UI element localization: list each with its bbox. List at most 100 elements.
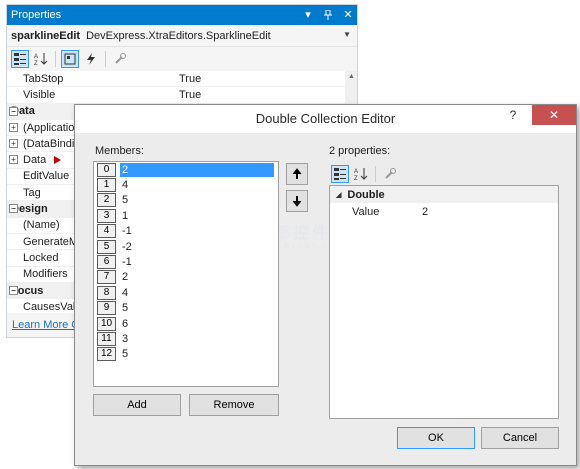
list-item[interactable]: 10 6 xyxy=(94,316,278,331)
members-list[interactable]: 0 2 1 4 2 5 3 1 4 -1 5 -2 6 -1 7 2 8 4 9 5 10 6 11 3 12 5 xyxy=(93,161,279,387)
move-up-button[interactable] xyxy=(286,163,308,185)
dialog-title: Double Collection Editor xyxy=(255,111,396,126)
member-value: 4 xyxy=(122,179,129,192)
member-index: 0 xyxy=(97,162,116,177)
properties-title-bar: Properties ▾ ✕ xyxy=(7,5,357,25)
pointer-arrow-icon xyxy=(54,156,62,165)
svg-text:A: A xyxy=(354,169,358,175)
member-index: 8 xyxy=(97,285,116,300)
events-icon[interactable] xyxy=(82,50,100,68)
member-index: 12 xyxy=(97,347,116,362)
property-category[interactable]: ◢ Double xyxy=(330,186,558,203)
member-value: 5 xyxy=(122,194,129,207)
add-button[interactable]: Add xyxy=(93,394,181,416)
wrench-icon[interactable] xyxy=(381,165,399,183)
member-index: 9 xyxy=(97,301,116,316)
dialog-property-toolbar: AZ xyxy=(331,163,399,185)
list-item[interactable]: 84 xyxy=(94,285,278,300)
help-button[interactable]: ? xyxy=(502,105,524,125)
member-index: 6 xyxy=(97,255,116,270)
member-index: 7 xyxy=(97,270,116,285)
list-item[interactable]: 95 xyxy=(94,301,278,316)
list-item[interactable]: 12 5 xyxy=(94,347,278,362)
list-item[interactable]: 25 xyxy=(94,193,278,208)
collapse-icon[interactable]: − xyxy=(9,204,18,214)
categorized-icon[interactable] xyxy=(331,165,349,183)
ok-button[interactable]: OK xyxy=(397,427,475,449)
property-value[interactable]: 2 xyxy=(418,206,428,218)
property-name: Value xyxy=(352,205,380,218)
expand-icon[interactable]: + xyxy=(9,122,18,132)
list-item[interactable]: 02 xyxy=(94,162,278,178)
member-value: 5 xyxy=(122,302,129,315)
property-row[interactable]: TabStop True xyxy=(7,71,357,88)
list-item[interactable]: 4 -1 xyxy=(94,224,278,239)
member-value: 4 xyxy=(122,286,129,299)
arrow-up-icon xyxy=(292,168,302,179)
collapse-icon[interactable]: − xyxy=(9,285,18,295)
member-value: -1 xyxy=(122,256,132,269)
properties-toolbar: AZ xyxy=(7,47,357,71)
member-index: 2 xyxy=(97,193,116,208)
dialog-property-grid: ◢ Double Value 2 xyxy=(329,185,559,419)
property-name: TabStop xyxy=(23,72,64,85)
member-value: 6 xyxy=(122,317,129,330)
list-item[interactable]: 11 3 xyxy=(94,331,278,346)
move-down-button[interactable] xyxy=(286,190,308,212)
members-label: Members: xyxy=(95,145,144,157)
properties-count-label: 2 properties: xyxy=(329,145,391,157)
member-value: 2 xyxy=(119,162,275,178)
categorized-icon[interactable] xyxy=(11,50,29,68)
object-selector[interactable]: sparklineEdit DevExpress.XtraEditors.Spa… xyxy=(7,25,357,47)
member-value: 2 xyxy=(122,271,129,284)
property-row[interactable]: Visible True xyxy=(7,87,357,104)
member-index: 1 xyxy=(97,178,116,193)
collection-editor-dialog: Double Collection Editor ? ✕ 慧都控件网 WWW.E… xyxy=(74,104,577,466)
expand-icon[interactable]: + xyxy=(9,155,18,165)
member-index: 4 xyxy=(97,224,116,239)
object-type: DevExpress.XtraEditors.SparklineEdit xyxy=(86,29,271,42)
close-icon[interactable]: ✕ xyxy=(341,8,355,22)
svg-text:Z: Z xyxy=(354,176,358,181)
collapse-triangle-icon[interactable]: ◢ xyxy=(336,191,341,199)
member-index: 11 xyxy=(97,331,116,346)
list-item[interactable]: 31 xyxy=(94,208,278,223)
dropdown-icon[interactable]: ▾ xyxy=(301,8,315,22)
property-category-label: Double xyxy=(347,188,385,201)
toolbar-separator xyxy=(55,51,56,67)
list-item[interactable]: 5 -2 xyxy=(94,239,278,254)
list-item[interactable]: 72 xyxy=(94,270,278,285)
member-value: -2 xyxy=(122,240,132,253)
property-value[interactable]: True xyxy=(173,89,201,101)
collapse-icon[interactable]: − xyxy=(9,106,18,116)
alphabetical-icon[interactable]: AZ xyxy=(32,50,50,68)
scroll-up-icon[interactable]: ▲ xyxy=(348,73,355,80)
member-index: 5 xyxy=(97,239,116,254)
svg-text:A: A xyxy=(34,54,38,60)
list-item[interactable]: 6 -1 xyxy=(94,254,278,270)
property-value[interactable]: True xyxy=(173,73,201,85)
member-value: 3 xyxy=(122,332,129,345)
member-value: 5 xyxy=(122,348,129,361)
property-row-value[interactable]: Value 2 xyxy=(330,203,558,220)
close-button[interactable]: ✕ xyxy=(532,105,576,125)
toolbar-separator xyxy=(105,51,106,67)
properties-view-icon[interactable] xyxy=(61,50,79,68)
property-name: Visible xyxy=(23,88,56,101)
chevron-down-icon[interactable]: ▼ xyxy=(343,30,351,39)
arrow-down-icon xyxy=(292,196,302,207)
expand-icon[interactable]: + xyxy=(9,139,18,149)
wrench-icon[interactable] xyxy=(111,50,129,68)
svg-text:Z: Z xyxy=(34,61,38,66)
member-index: 10 xyxy=(97,316,116,331)
pin-icon[interactable] xyxy=(321,8,335,22)
member-value: 1 xyxy=(122,209,129,222)
member-index: 3 xyxy=(97,208,116,223)
alphabetical-icon[interactable]: AZ xyxy=(352,165,370,183)
member-value: -1 xyxy=(122,225,132,238)
remove-button[interactable]: Remove xyxy=(189,394,279,416)
dialog-title-bar: Double Collection Editor ? ✕ xyxy=(75,105,576,133)
properties-title: Properties xyxy=(11,9,62,21)
cancel-button[interactable]: Cancel xyxy=(481,427,559,449)
list-item[interactable]: 14 xyxy=(94,177,278,193)
